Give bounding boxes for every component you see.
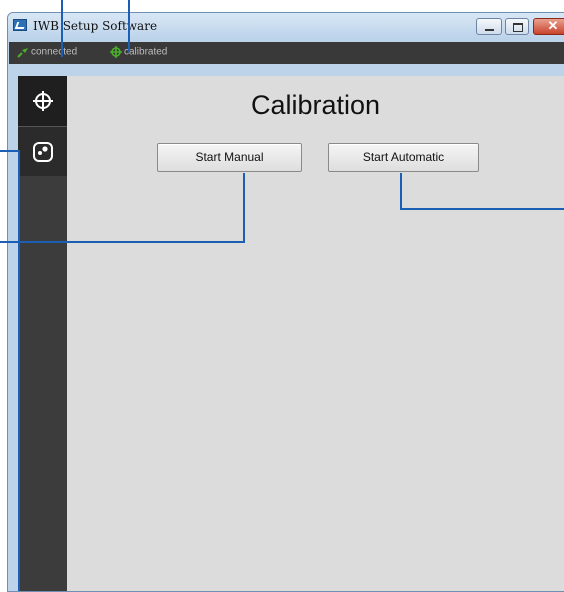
callout-line-auto-h bbox=[400, 208, 564, 210]
maximize-button[interactable] bbox=[505, 18, 529, 35]
callout-line-display bbox=[0, 150, 20, 152]
sidebar bbox=[18, 76, 67, 591]
title-bar[interactable]: IWB Setup Software ✕ bbox=[8, 13, 564, 39]
callout-line-calibrated bbox=[128, 0, 130, 52]
dots-face-icon bbox=[32, 141, 53, 162]
callout-line-manual-h bbox=[0, 241, 245, 243]
callout-line-sidebar bbox=[18, 150, 20, 591]
plug-icon bbox=[17, 48, 28, 58]
status-bar: connected calibrated bbox=[9, 42, 564, 64]
status-connected-label: connected bbox=[31, 46, 78, 58]
start-automatic-button[interactable]: Start Automatic bbox=[328, 143, 479, 172]
crosshair-icon bbox=[110, 46, 122, 58]
crosshair-icon bbox=[32, 91, 53, 111]
callout-line-connected bbox=[61, 0, 63, 57]
callout-line-manual-v bbox=[243, 173, 245, 242]
page-title: Calibration bbox=[250, 90, 381, 120]
sidebar-item-display[interactable] bbox=[18, 126, 67, 176]
status-calibrated-label: calibrated bbox=[124, 46, 168, 58]
app-logo-icon bbox=[13, 19, 27, 31]
callout-line-auto-v bbox=[400, 173, 402, 209]
start-manual-button[interactable]: Start Manual bbox=[157, 143, 302, 172]
minimize-button[interactable] bbox=[476, 18, 502, 35]
window-title: IWB Setup Software bbox=[33, 19, 158, 33]
status-calibrated: calibrated bbox=[110, 46, 167, 58]
status-connected: connected bbox=[17, 46, 77, 58]
sidebar-item-calibration[interactable] bbox=[18, 76, 67, 126]
close-button[interactable]: ✕ bbox=[533, 18, 564, 35]
calibration-panel: Calibration Start Manual Start Automatic bbox=[67, 76, 564, 591]
